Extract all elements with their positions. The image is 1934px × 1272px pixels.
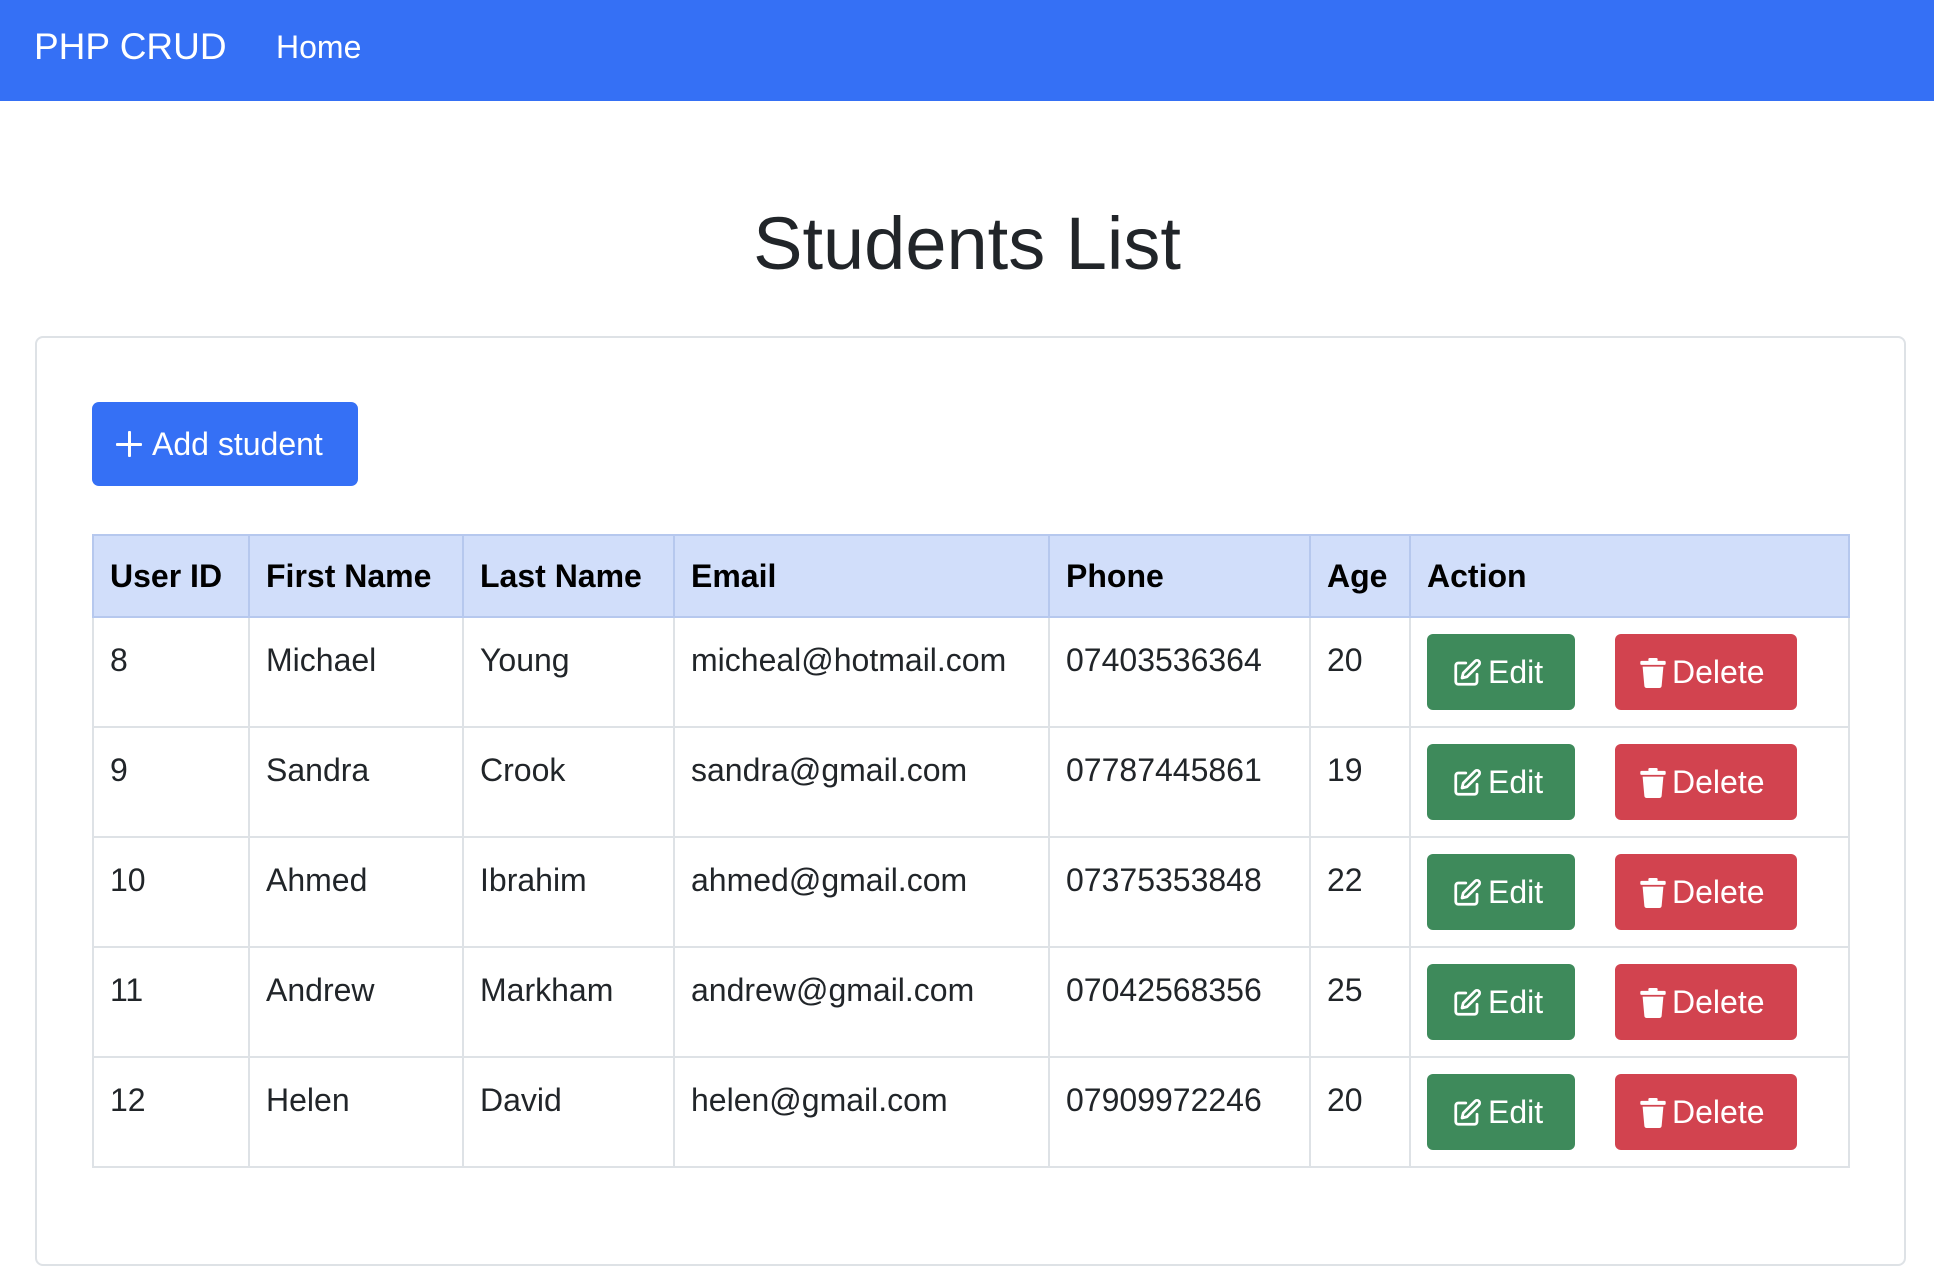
cell-last-name: David [462, 1056, 675, 1168]
delete-button[interactable]: Delete [1615, 1074, 1797, 1150]
plus-icon [116, 431, 142, 457]
delete-label: Delete [1672, 984, 1765, 1020]
cell-user-id: 12 [92, 1056, 250, 1168]
cell-last-name: Ibrahim [462, 836, 675, 948]
delete-button[interactable]: Delete [1615, 634, 1797, 710]
cell-age: 19 [1309, 726, 1411, 838]
cell-user-id: 9 [92, 726, 250, 838]
delete-label: Delete [1672, 764, 1765, 800]
edit-label: Edit [1488, 984, 1544, 1020]
header-last-name: Last Name [462, 534, 675, 618]
cell-age: 22 [1309, 836, 1411, 948]
header-user-id: User ID [92, 534, 250, 618]
cell-age: 20 [1309, 1056, 1411, 1168]
delete-button[interactable]: Delete [1615, 744, 1797, 820]
trash-icon [1640, 988, 1666, 1018]
edit-button[interactable]: Edit [1427, 1074, 1575, 1150]
cell-age: 25 [1309, 946, 1411, 1058]
cell-first-name: Sandra [248, 726, 464, 838]
cell-actions: Edit Delete [1409, 726, 1850, 838]
edit-icon [1454, 988, 1482, 1016]
edit-label: Edit [1488, 874, 1544, 910]
navbar-brand[interactable]: PHP CRUD [34, 24, 227, 69]
trash-icon [1640, 658, 1666, 688]
edit-icon [1454, 878, 1482, 906]
table-row: 8 Michael Young micheal@hotmail.com 0740… [92, 616, 1850, 728]
table-row: 11 Andrew Markham andrew@gmail.com 07042… [92, 946, 1850, 1058]
cell-first-name: Helen [248, 1056, 464, 1168]
edit-icon [1454, 768, 1482, 796]
header-action: Action [1409, 534, 1850, 618]
edit-button[interactable]: Edit [1427, 964, 1575, 1040]
navbar: PHP CRUD Home [0, 0, 1934, 101]
header-phone: Phone [1048, 534, 1311, 618]
cell-actions: Edit Delete [1409, 1056, 1850, 1168]
cell-user-id: 10 [92, 836, 250, 948]
edit-button[interactable]: Edit [1427, 744, 1575, 820]
table-header-row: User ID First Name Last Name Email Phone… [92, 534, 1850, 618]
cell-user-id: 11 [92, 946, 250, 1058]
cell-phone: 07787445861 [1048, 726, 1311, 838]
page-title: Students List [753, 202, 1181, 285]
trash-icon [1640, 768, 1666, 798]
delete-label: Delete [1672, 654, 1765, 690]
edit-label: Edit [1488, 764, 1544, 800]
cell-phone: 07909972246 [1048, 1056, 1311, 1168]
cell-last-name: Crook [462, 726, 675, 838]
edit-icon [1454, 658, 1482, 686]
add-student-label: Add student [152, 426, 323, 462]
cell-phone: 07042568356 [1048, 946, 1311, 1058]
cell-first-name: Michael [248, 616, 464, 728]
cell-first-name: Ahmed [248, 836, 464, 948]
table-row: 10 Ahmed Ibrahim ahmed@gmail.com 0737535… [92, 836, 1850, 948]
cell-last-name: Markham [462, 946, 675, 1058]
delete-label: Delete [1672, 1094, 1765, 1130]
cell-email: andrew@gmail.com [673, 946, 1050, 1058]
cell-actions: Edit Delete [1409, 616, 1850, 728]
cell-actions: Edit Delete [1409, 836, 1850, 948]
students-table: User ID First Name Last Name Email Phone… [92, 534, 1850, 1168]
cell-first-name: Andrew [248, 946, 464, 1058]
delete-label: Delete [1672, 874, 1765, 910]
cell-email: ahmed@gmail.com [673, 836, 1050, 948]
header-email: Email [673, 534, 1050, 618]
edit-label: Edit [1488, 654, 1544, 690]
delete-button[interactable]: Delete [1615, 964, 1797, 1040]
edit-label: Edit [1488, 1094, 1544, 1130]
edit-icon [1454, 1098, 1482, 1126]
add-student-button[interactable]: Add student [92, 402, 358, 486]
cell-email: micheal@hotmail.com [673, 616, 1050, 728]
trash-icon [1640, 1098, 1666, 1128]
trash-icon [1640, 878, 1666, 908]
header-age: Age [1309, 534, 1411, 618]
edit-button[interactable]: Edit [1427, 634, 1575, 710]
table-row: 9 Sandra Crook sandra@gmail.com 07787445… [92, 726, 1850, 838]
cell-user-id: 8 [92, 616, 250, 728]
cell-email: helen@gmail.com [673, 1056, 1050, 1168]
cell-age: 20 [1309, 616, 1411, 728]
cell-phone: 07375353848 [1048, 836, 1311, 948]
cell-actions: Edit Delete [1409, 946, 1850, 1058]
nav-link-home[interactable]: Home [276, 27, 361, 67]
cell-last-name: Young [462, 616, 675, 728]
cell-phone: 07403536364 [1048, 616, 1311, 728]
table-row: 12 Helen David helen@gmail.com 079099722… [92, 1056, 1850, 1168]
edit-button[interactable]: Edit [1427, 854, 1575, 930]
cell-email: sandra@gmail.com [673, 726, 1050, 838]
header-first-name: First Name [248, 534, 464, 618]
delete-button[interactable]: Delete [1615, 854, 1797, 930]
